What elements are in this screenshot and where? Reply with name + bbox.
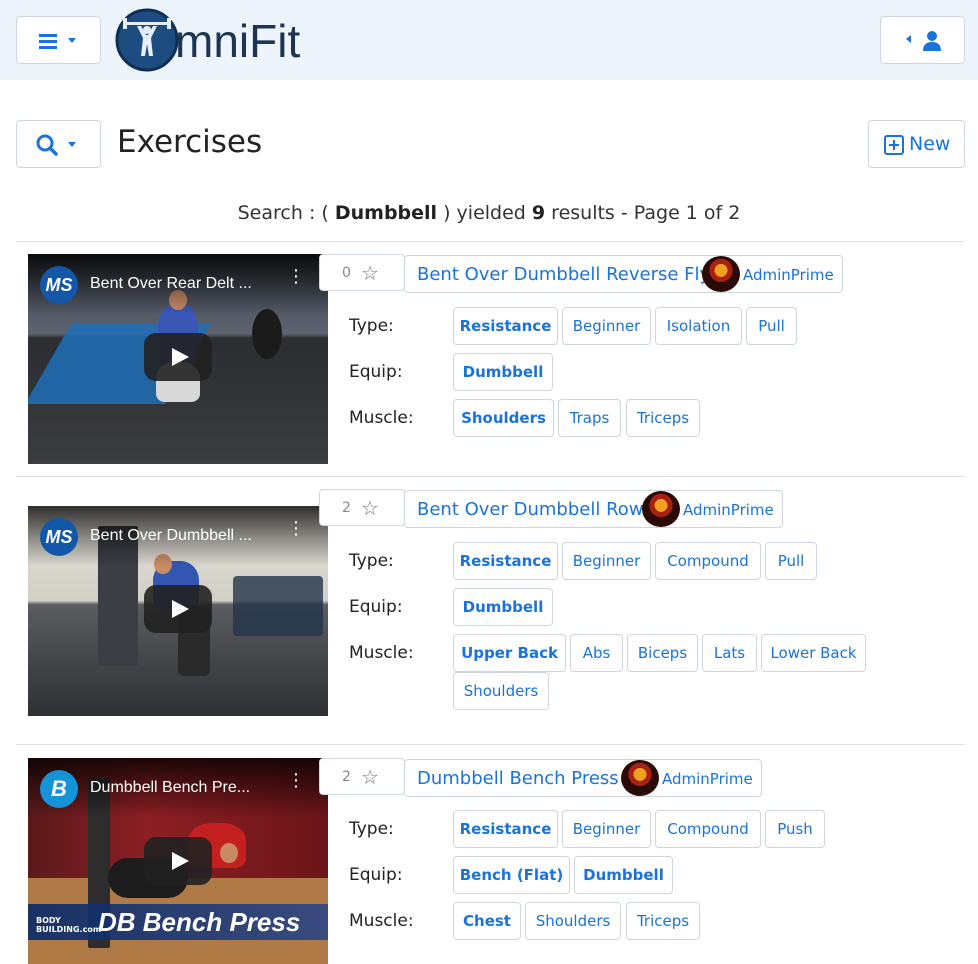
type-tag[interactable]: Pull bbox=[746, 307, 797, 345]
equip-tag[interactable]: Bench (Flat) bbox=[453, 856, 570, 894]
author-name[interactable]: AdminPrime bbox=[743, 266, 834, 284]
muscle-label: Muscle: bbox=[349, 643, 414, 663]
muscle-tag[interactable]: Traps bbox=[558, 399, 621, 437]
muscle-tag[interactable]: Abs bbox=[570, 634, 623, 672]
divider bbox=[16, 241, 964, 242]
muscle-tag[interactable]: Shoulders bbox=[453, 399, 554, 437]
summary-term: Dumbbell bbox=[334, 202, 438, 224]
author-avatar bbox=[642, 491, 680, 527]
more-options-icon[interactable]: ⋮ bbox=[287, 268, 305, 286]
search-summary: Search : ( Dumbbell ) yielded 9 results … bbox=[0, 202, 978, 224]
top-navbar: mniFit bbox=[0, 0, 978, 80]
divider bbox=[16, 476, 964, 477]
vote-widget[interactable]: 2 ☆ bbox=[319, 758, 405, 795]
divider bbox=[16, 744, 964, 745]
equip-tag[interactable]: Dumbbell bbox=[453, 588, 553, 626]
page-title: Exercises bbox=[117, 124, 263, 160]
bodybuilding-logo: BODY BUILDING.com bbox=[36, 916, 102, 934]
equip-tag[interactable]: Dumbbell bbox=[453, 353, 553, 391]
type-tag[interactable]: Beginner bbox=[562, 307, 651, 345]
author-name[interactable]: AdminPrime bbox=[683, 501, 774, 519]
type-label: Type: bbox=[349, 819, 394, 839]
star-icon[interactable]: ☆ bbox=[361, 261, 379, 285]
summary-count: 9 bbox=[531, 202, 546, 224]
play-icon[interactable] bbox=[144, 333, 212, 381]
muscle-label: Muscle: bbox=[349, 408, 414, 428]
channel-logo: B bbox=[40, 770, 78, 808]
channel-logo: MS bbox=[40, 266, 78, 304]
video-thumbnail[interactable]: MS Bent Over Dumbbell ... ⋮ bbox=[28, 506, 328, 716]
exercise-name-box[interactable]: Dumbbell Bench Press AdminPrime bbox=[404, 759, 762, 797]
summary-middle: ) yielded bbox=[437, 202, 532, 224]
exercise-name[interactable]: Bent Over Dumbbell Row bbox=[417, 499, 644, 520]
plus-square-icon bbox=[884, 135, 904, 155]
type-label: Type: bbox=[349, 316, 394, 336]
user-icon bbox=[906, 31, 941, 51]
exercise-name-box[interactable]: Bent Over Dumbbell Reverse Fly AdminPrim… bbox=[404, 255, 843, 293]
vote-count: 2 bbox=[342, 769, 351, 785]
vote-count: 0 bbox=[342, 265, 351, 281]
author-name[interactable]: AdminPrime bbox=[662, 770, 753, 788]
search-button[interactable] bbox=[16, 120, 101, 168]
search-icon bbox=[36, 134, 76, 156]
bars-icon bbox=[39, 34, 76, 49]
exercise-name-box[interactable]: Bent Over Dumbbell Row AdminPrime bbox=[404, 490, 783, 528]
exercise-name[interactable]: Bent Over Dumbbell Reverse Fly bbox=[417, 264, 710, 285]
new-button-label: New bbox=[909, 133, 951, 155]
type-tag[interactable]: Resistance bbox=[453, 542, 558, 580]
new-exercise-button[interactable]: New bbox=[868, 120, 965, 168]
muscle-tag[interactable]: Lats bbox=[702, 634, 757, 672]
equip-label: Equip: bbox=[349, 597, 403, 617]
type-tag[interactable]: Beginner bbox=[562, 810, 651, 848]
muscle-tag[interactable]: Lower Back bbox=[761, 634, 866, 672]
vote-widget[interactable]: 0 ☆ bbox=[319, 254, 405, 291]
type-tag[interactable]: Beginner bbox=[562, 542, 651, 580]
type-tag[interactable]: Compound bbox=[655, 542, 761, 580]
summary-prefix: Search : ( bbox=[237, 202, 335, 224]
type-tag[interactable]: Compound bbox=[655, 810, 761, 848]
video-title: Dumbbell Bench Pre... bbox=[90, 779, 251, 796]
type-tag[interactable]: Resistance bbox=[453, 810, 558, 848]
more-options-icon[interactable]: ⋮ bbox=[287, 520, 305, 538]
muscle-tag[interactable]: Chest bbox=[453, 902, 521, 940]
more-options-icon[interactable]: ⋮ bbox=[287, 772, 305, 790]
muscle-tag[interactable]: Shoulders bbox=[525, 902, 621, 940]
author-avatar bbox=[702, 256, 740, 292]
channel-logo: MS bbox=[40, 518, 78, 556]
video-thumbnail[interactable]: B Dumbbell Bench Pre... ⋮ DB Bench Press… bbox=[28, 758, 328, 964]
type-tag[interactable]: Resistance bbox=[453, 307, 558, 345]
equip-tag[interactable]: Dumbbell bbox=[574, 856, 673, 894]
type-label: Type: bbox=[349, 551, 394, 571]
muscle-tag[interactable]: Triceps bbox=[626, 399, 700, 437]
equip-label: Equip: bbox=[349, 362, 403, 382]
muscle-tag[interactable]: Triceps bbox=[626, 902, 700, 940]
star-icon[interactable]: ☆ bbox=[361, 765, 379, 789]
muscle-label: Muscle: bbox=[349, 911, 414, 931]
type-tag[interactable]: Push bbox=[765, 810, 825, 848]
play-icon[interactable] bbox=[144, 585, 212, 633]
muscle-tag[interactable]: Biceps bbox=[627, 634, 698, 672]
vote-count: 2 bbox=[342, 500, 351, 516]
play-icon[interactable] bbox=[144, 837, 212, 885]
muscle-tag[interactable]: Shoulders bbox=[453, 672, 549, 710]
video-thumbnail[interactable]: MS Bent Over Rear Delt ... ⋮ bbox=[28, 254, 328, 464]
user-menu-button[interactable] bbox=[880, 16, 965, 64]
type-tag[interactable]: Isolation bbox=[655, 307, 742, 345]
star-icon[interactable]: ☆ bbox=[361, 496, 379, 520]
logo-text: mniFit bbox=[175, 15, 301, 67]
author-avatar bbox=[621, 760, 659, 796]
muscle-tag[interactable]: Upper Back bbox=[453, 634, 566, 672]
type-tag[interactable]: Pull bbox=[765, 542, 817, 580]
equip-label: Equip: bbox=[349, 865, 403, 885]
video-title: Bent Over Dumbbell ... bbox=[90, 527, 252, 544]
main-menu-button[interactable] bbox=[16, 16, 101, 64]
vote-widget[interactable]: 2 ☆ bbox=[319, 489, 405, 526]
video-title: Bent Over Rear Delt ... bbox=[90, 275, 252, 292]
summary-suffix: results - Page 1 of 2 bbox=[545, 202, 741, 224]
exercise-name[interactable]: Dumbbell Bench Press bbox=[417, 768, 619, 789]
logo-emblem-icon bbox=[115, 8, 179, 72]
